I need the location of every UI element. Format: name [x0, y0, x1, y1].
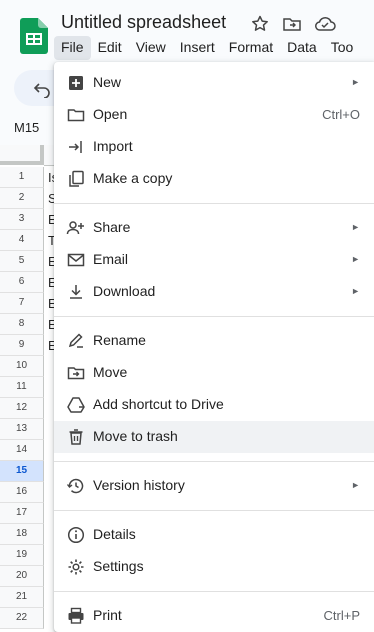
menu-label: Details: [93, 526, 136, 542]
row-header[interactable]: 6: [0, 272, 44, 293]
row-header[interactable]: 14: [0, 440, 44, 461]
gear-icon: [66, 557, 86, 577]
menu-label: Email: [93, 251, 129, 267]
row-header[interactable]: 4: [0, 230, 44, 251]
menu-label: Make a copy: [93, 170, 173, 186]
menu-item-move-to-trash[interactable]: Move to trash: [54, 421, 374, 453]
menu-item-open[interactable]: Open Ctrl+O: [54, 99, 374, 131]
row-header[interactable]: 9: [0, 335, 44, 356]
menu-divider: [54, 591, 374, 592]
menu-label: Open: [93, 106, 128, 122]
download-icon: [66, 282, 86, 302]
new-sheet-icon: [66, 73, 86, 93]
menu-view[interactable]: View: [129, 36, 173, 60]
menu-item-make-copy[interactable]: Make a copy: [54, 163, 374, 195]
row-header[interactable]: 13: [0, 419, 44, 440]
submenu-arrow-icon: ►: [351, 254, 360, 264]
share-person-icon: [66, 218, 86, 238]
menu-item-version-history[interactable]: Version history ►: [54, 470, 374, 502]
row-header[interactable]: 8: [0, 314, 44, 335]
menu-insert[interactable]: Insert: [173, 36, 222, 60]
menu-label: Print: [93, 607, 122, 623]
menu-item-add-shortcut[interactable]: Add shortcut to Drive: [54, 389, 374, 421]
cloud-saved-icon[interactable]: [314, 14, 336, 34]
shortcut-label: Ctrl+P: [323, 608, 360, 623]
menu-label: Import: [93, 138, 133, 154]
email-icon: [66, 250, 86, 270]
menu-label: Move to trash: [93, 428, 178, 444]
row-header[interactable]: 3: [0, 209, 44, 230]
sheets-logo-icon[interactable]: [20, 18, 48, 54]
menu-divider: [54, 461, 374, 462]
menu-label: Download: [93, 283, 156, 299]
row-header[interactable]: 15: [0, 461, 44, 482]
menu-divider: [54, 203, 374, 204]
menu-item-settings[interactable]: Settings: [54, 551, 374, 583]
history-icon: [66, 476, 86, 496]
menu-divider: [54, 510, 374, 511]
import-icon: [66, 137, 86, 157]
menu-item-rename[interactable]: Rename: [54, 325, 374, 357]
row-header[interactable]: 19: [0, 545, 44, 566]
drive-shortcut-icon: [66, 395, 86, 415]
document-title[interactable]: Untitled spreadsheet: [61, 12, 226, 33]
menu-divider: [54, 316, 374, 317]
row-header[interactable]: 21: [0, 587, 44, 608]
menu-item-import[interactable]: Import: [54, 131, 374, 163]
submenu-arrow-icon: ►: [351, 77, 360, 87]
undo-icon[interactable]: [32, 78, 52, 98]
row-header[interactable]: 18: [0, 524, 44, 545]
menu-label: Rename: [93, 332, 146, 348]
name-box[interactable]: M15: [14, 120, 39, 135]
row-header[interactable]: 12: [0, 398, 44, 419]
menu-edit[interactable]: Edit: [91, 36, 129, 60]
row-header[interactable]: 7: [0, 293, 44, 314]
menu-item-share[interactable]: Share ►: [54, 212, 374, 244]
top-bar: Untitled spreadsheet File Edit View Inse…: [0, 0, 374, 64]
row-header[interactable]: 11: [0, 377, 44, 398]
row-header[interactable]: 16: [0, 482, 44, 503]
move-folder-icon: [66, 363, 86, 383]
menu-item-details[interactable]: Details: [54, 519, 374, 551]
submenu-arrow-icon: ►: [351, 286, 360, 296]
printer-icon: [66, 606, 86, 626]
shortcut-label: Ctrl+O: [322, 107, 360, 122]
select-all-corner[interactable]: [0, 145, 44, 165]
row-header[interactable]: 20: [0, 566, 44, 587]
menu-bar: File Edit View Insert Format Data Too: [54, 36, 360, 60]
menu-label: New: [93, 74, 122, 90]
menu-label: Share: [93, 219, 131, 235]
menu-label: Add shortcut to Drive: [93, 396, 224, 412]
row-header[interactable]: 17: [0, 503, 44, 524]
submenu-arrow-icon: ►: [351, 222, 360, 232]
row-header[interactable]: 1: [0, 167, 44, 188]
menu-file[interactable]: File: [54, 36, 91, 60]
copy-icon: [66, 169, 86, 189]
menu-label: Settings: [93, 558, 144, 574]
menu-format[interactable]: Format: [222, 36, 280, 60]
info-icon: [66, 525, 86, 545]
menu-data[interactable]: Data: [280, 36, 324, 60]
menu-item-move[interactable]: Move: [54, 357, 374, 389]
row-header[interactable]: 10: [0, 356, 44, 377]
menu-label: Version history: [93, 477, 185, 493]
menu-label: Move: [93, 364, 128, 380]
move-folder-icon[interactable]: [282, 14, 302, 34]
menu-item-print[interactable]: Print Ctrl+P: [54, 600, 374, 632]
submenu-arrow-icon: ►: [351, 480, 360, 490]
row-header[interactable]: 5: [0, 251, 44, 272]
menu-item-email[interactable]: Email ►: [54, 244, 374, 276]
row-header[interactable]: 22: [0, 608, 44, 629]
menu-item-download[interactable]: Download ►: [54, 276, 374, 308]
rename-pencil-icon: [66, 331, 86, 351]
row-header[interactable]: 2: [0, 188, 44, 209]
menu-item-new[interactable]: New ►: [54, 67, 374, 99]
menu-tools[interactable]: Too: [324, 36, 361, 60]
trash-icon: [66, 427, 86, 447]
star-icon[interactable]: [250, 14, 270, 34]
file-menu: New ► Open Ctrl+O Import Make a copy Sha…: [54, 62, 374, 632]
folder-open-icon: [66, 105, 86, 125]
